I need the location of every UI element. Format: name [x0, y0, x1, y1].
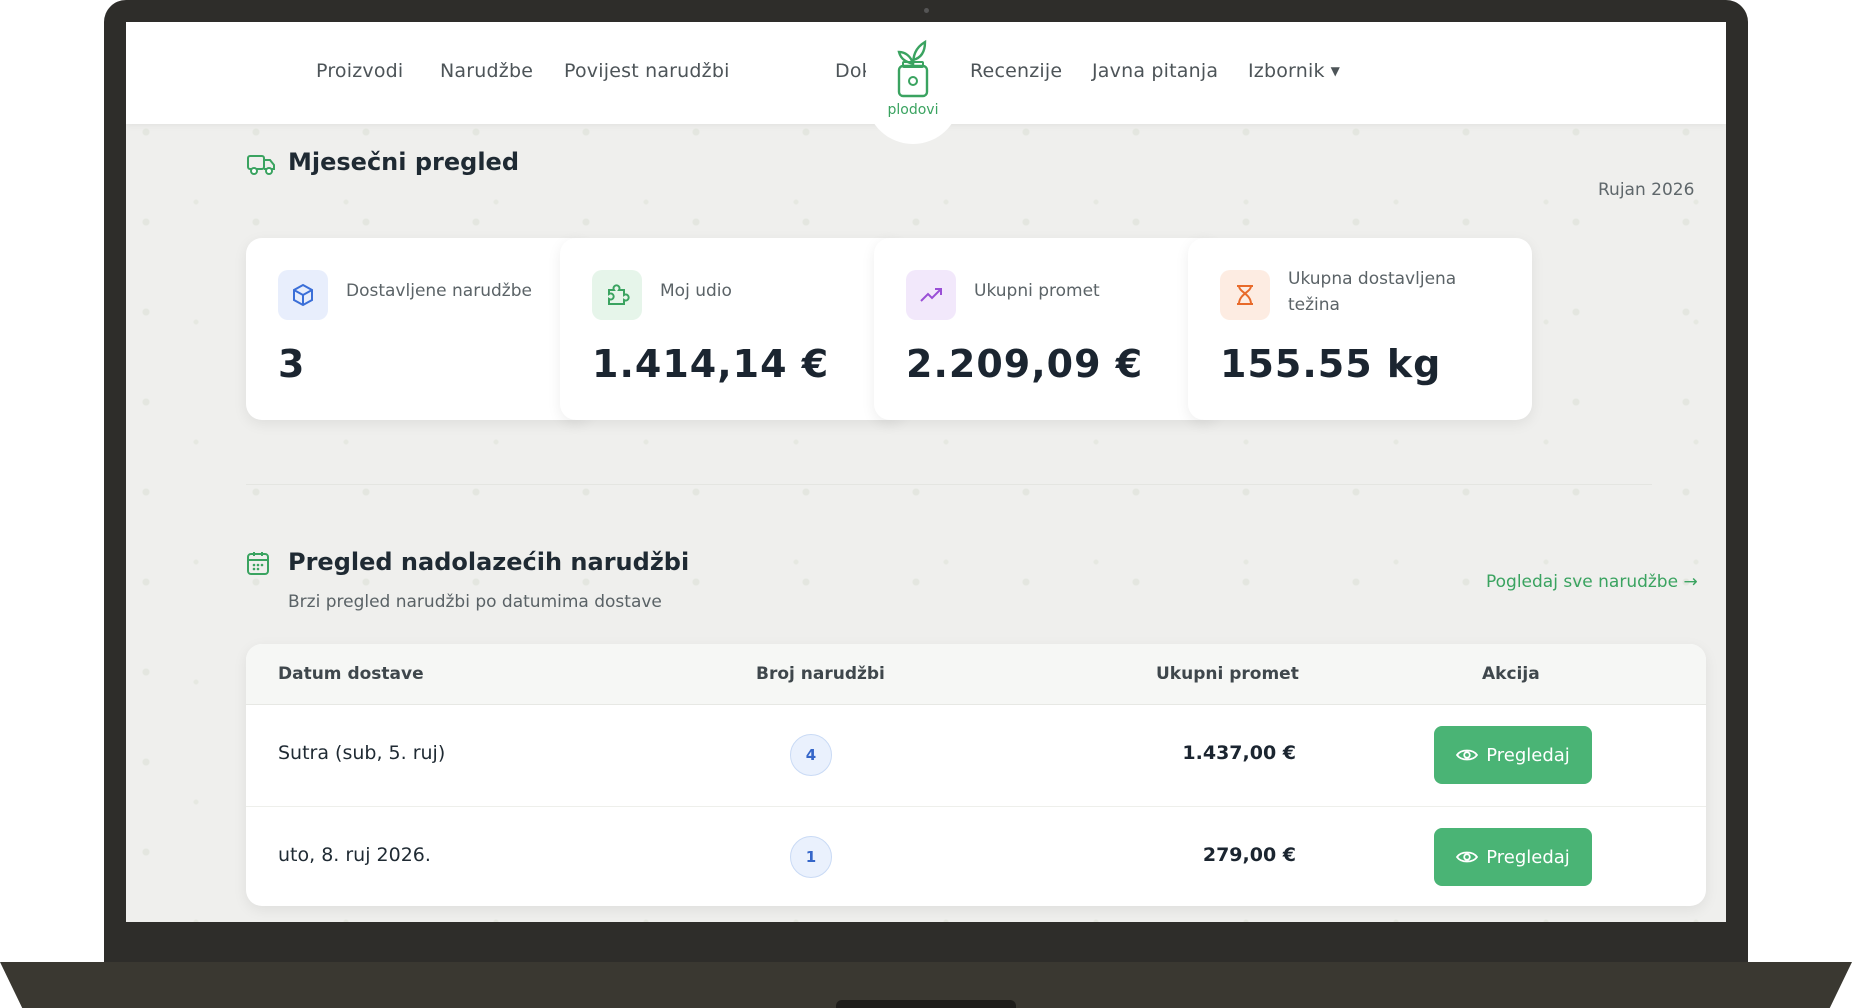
table-row: uto, 8. ruj 2026. 1 279,00 € Pregledaj: [246, 806, 1706, 906]
eye-icon: [1456, 851, 1479, 863]
section-divider: [246, 484, 1652, 485]
nav-izbornik-menu[interactable]: Izbornik ▼: [1248, 60, 1340, 82]
stat-label: Ukupna dostavljena težina: [1288, 269, 1457, 315]
monthly-title: Mjesečni pregled: [288, 148, 519, 176]
upcoming-title: Pregled nadolazećih narudžbi: [288, 548, 690, 576]
calendar-icon: [247, 552, 269, 575]
row-amount: 279,00 €: [1202, 844, 1296, 866]
puzzle-icon: [592, 270, 642, 320]
column-header-date: Datum dostave: [278, 664, 424, 684]
view-orders-label: Pregledaj: [1486, 846, 1570, 868]
nav-javna-pitanja[interactable]: Javna pitanja: [1092, 60, 1218, 82]
logo-text: plodovi: [887, 102, 939, 118]
box-icon: [278, 270, 328, 320]
table-header: Datum dostave Broj narudžbi Ukupni prome…: [246, 644, 1706, 705]
view-orders-label: Pregledaj: [1486, 744, 1570, 766]
izbornik-label: Izbornik: [1248, 60, 1325, 82]
order-count-badge: 4: [790, 734, 832, 776]
view-orders-button[interactable]: Pregledaj: [1434, 726, 1592, 784]
nav-povijest-narudzbi[interactable]: Povijest narudžbi: [564, 60, 730, 82]
row-amount: 1.437,00 €: [1182, 742, 1296, 764]
truck-icon: [247, 155, 275, 175]
stat-value: 1.414,14 €: [592, 342, 830, 386]
plodovi-logo[interactable]: plodovi: [874, 38, 952, 118]
column-header-turnover: Ukupni promet: [1156, 664, 1299, 684]
delivery-date: Sutra (sub, 5. ruj): [278, 742, 446, 764]
chevron-down-icon: ▼: [1330, 64, 1341, 78]
stat-value: 155.55 kg: [1220, 342, 1442, 386]
camera-dot: [924, 8, 929, 13]
month-label: Rujan 2026: [1598, 180, 1695, 200]
eye-icon: [1456, 749, 1479, 761]
scale-icon: [1220, 270, 1270, 320]
nav-narudzbe[interactable]: Narudžbe: [440, 60, 533, 82]
sprout-jar-icon: [897, 39, 929, 98]
delivery-date: uto, 8. ruj 2026.: [278, 844, 431, 866]
stat-card-weight: Ukupna dostavljena težina 155.55 kg: [1188, 238, 1532, 420]
stat-label: Dostavljene narudžbe: [346, 281, 532, 301]
order-count-badge: 1: [790, 836, 832, 878]
stat-card-delivered: Dostavljene narudžbe 3: [246, 238, 590, 420]
nav-recenzije[interactable]: Recenzije: [970, 60, 1062, 82]
stat-label: Ukupni promet: [974, 281, 1100, 301]
column-header-count: Broj narudžbi: [756, 664, 885, 684]
stat-value: 2.209,09 €: [906, 342, 1144, 386]
screen: Proizvodi Narudžbe Povijest narudžbi Dok…: [126, 22, 1726, 922]
view-all-orders-link[interactable]: Pogledaj sve narudžbe →: [1486, 572, 1698, 592]
view-orders-button[interactable]: Pregledaj: [1434, 828, 1592, 886]
stat-value: 3: [278, 342, 306, 386]
column-header-action: Akcija: [1482, 664, 1540, 684]
upcoming-subtitle: Brzi pregled narudžbi po datumima dostav…: [288, 592, 662, 612]
orders-table: Datum dostave Broj narudžbi Ukupni prome…: [246, 644, 1706, 906]
table-row: Sutra (sub, 5. ruj) 4 1.437,00 € Pregled…: [246, 704, 1706, 807]
stat-label: Moj udio: [660, 281, 732, 301]
stat-card-share: Moj udio 1.414,14 €: [560, 238, 904, 420]
trending-up-icon: [906, 270, 956, 320]
nav-proizvodi[interactable]: Proizvodi: [316, 60, 403, 82]
laptop-notch: [836, 1000, 1016, 1008]
stat-card-turnover: Ukupni promet 2.209,09 €: [874, 238, 1218, 420]
